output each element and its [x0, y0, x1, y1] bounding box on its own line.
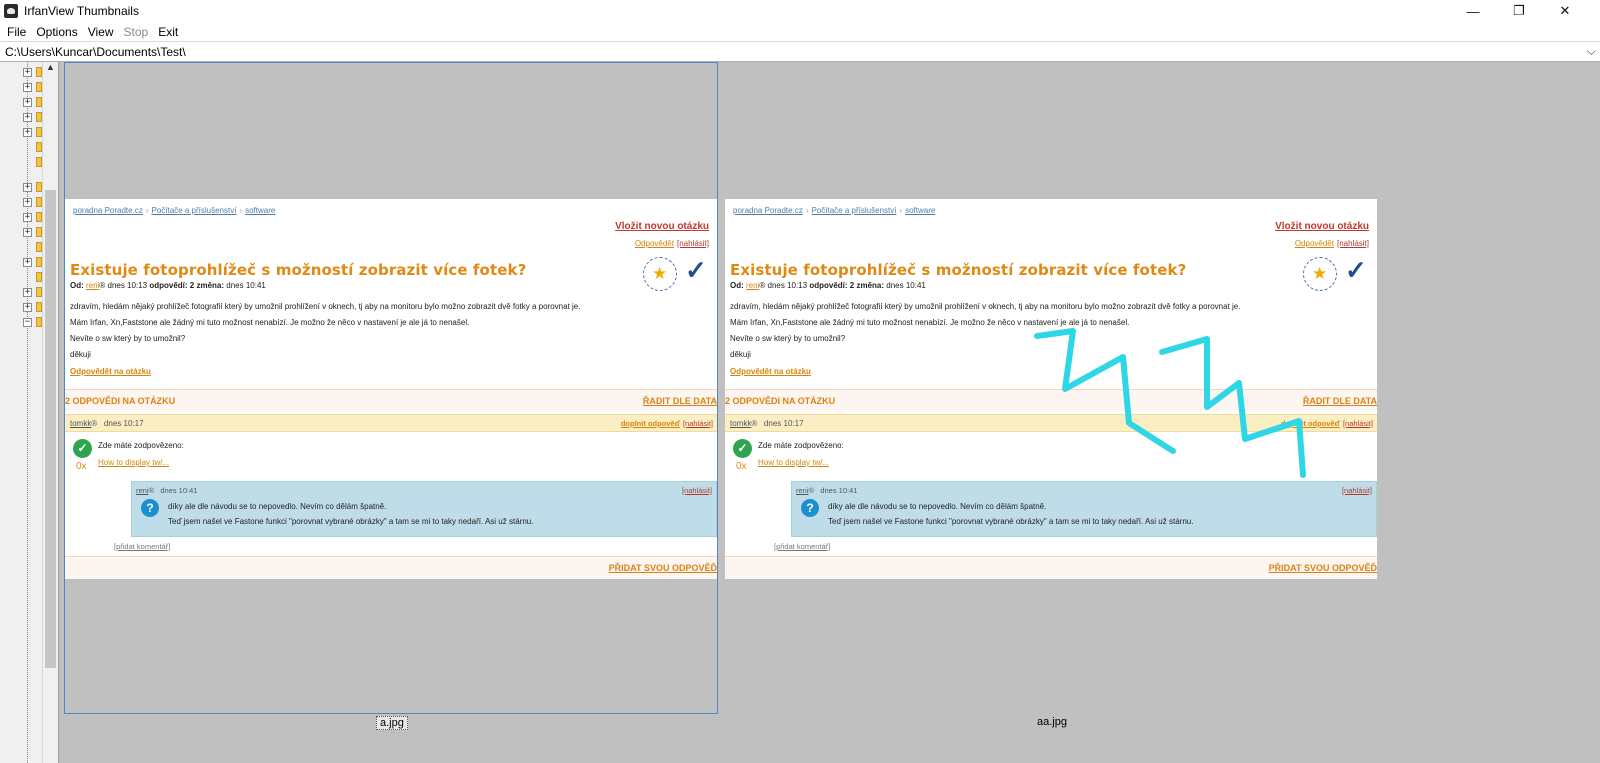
tree-expand-toggle[interactable]: +: [23, 113, 32, 122]
favorite-star-icon: ★: [643, 257, 677, 291]
tree-expand-toggle[interactable]: +: [23, 83, 32, 92]
answers-heading: 2 ODPOVĚDI NA OTÁZKU ŘADIT DLE DATA: [65, 389, 717, 411]
tree-expand-toggle[interactable]: +: [23, 128, 32, 137]
folder-tree-pane[interactable]: + + + + + + + + + + + + − ▲: [0, 62, 59, 763]
menu-stop[interactable]: Stop: [119, 25, 154, 39]
thumbnail-a[interactable]: poradna Poradte.cz › Počítače a příslušens…: [64, 62, 718, 714]
window-title: IrfanView Thumbnails: [24, 4, 139, 18]
answer-text: Zde máte zodpovězeno:: [98, 441, 184, 450]
maximize-button[interactable]: ❐: [1496, 0, 1542, 22]
tree-expand-toggle[interactable]: +: [23, 303, 32, 312]
tree-expand-toggle[interactable]: +: [23, 228, 32, 237]
title-bar: IrfanView Thumbnails — ❐ ✕: [0, 0, 1600, 22]
breadcrumb: poradna Poradte.cz › Počítače a příslušens…: [73, 206, 276, 215]
tree-expand-toggle[interactable]: +: [23, 288, 32, 297]
menu-bar: File Options View Stop Exit: [0, 22, 1600, 41]
irfanview-window: IrfanView Thumbnails — ❐ ✕ File Options …: [0, 0, 1600, 763]
breadcrumb-item: poradna Poradte.cz: [73, 206, 143, 215]
thumbnail-image: poradna Poradte.cz › Počítače a příslušens…: [725, 199, 1377, 579]
new-question-link: Vložit novou otázku: [615, 221, 709, 232]
question-meta: Od: reni® dnes 10:13 odpovědí: 2 změna: …: [70, 281, 266, 290]
answer-link: How to display tw/...: [98, 458, 170, 467]
thumbnail-caption-a[interactable]: a.jpg: [376, 716, 408, 730]
tree-expand-toggle[interactable]: +: [23, 183, 32, 192]
chevron-down-icon[interactable]: ⌵: [1587, 44, 1596, 59]
verified-check-icon: ✓: [685, 255, 707, 285]
irfanview-app-icon: [4, 4, 18, 18]
tree-connector-line: [27, 62, 28, 763]
thumbnail-area[interactable]: poradna Poradte.cz › Počítače a příslušens…: [60, 62, 1600, 763]
breadcrumb-item: Počítače a příslušenství: [151, 206, 237, 215]
report-link: [nahlásit]: [676, 239, 709, 248]
tree-expand-toggle[interactable]: +: [23, 213, 32, 222]
menu-options[interactable]: Options: [31, 25, 82, 39]
tree-scroll-thumb[interactable]: [45, 190, 56, 668]
thumbnail-caption-aa[interactable]: aa.jpg: [1037, 716, 1067, 728]
tree-expand-toggle[interactable]: +: [23, 98, 32, 107]
scribble-annotation: [1034, 328, 1306, 478]
tree-expand-toggle[interactable]: +: [23, 198, 32, 207]
tree-scrollbar[interactable]: ▲: [42, 62, 57, 763]
menu-view[interactable]: View: [83, 25, 119, 39]
reply-links: Odpovědět [nahlásit]: [635, 239, 709, 248]
menu-file[interactable]: File: [2, 25, 31, 39]
breadcrumb-item: software: [245, 206, 276, 215]
question-title: Existuje fotoprohlížeč s možností zobraz…: [70, 261, 527, 279]
thumbnail-image: poradna Poradte.cz › Počítače a příslušens…: [65, 199, 717, 579]
accepted-check-icon: ✓: [73, 439, 92, 458]
reply-link: Odpovědět: [634, 239, 674, 248]
close-button[interactable]: ✕: [1542, 0, 1588, 22]
answer-header: tomkk® dnes 10:17 doplnit odpověď [nahlás…: [65, 414, 717, 432]
tree-collapse-toggle[interactable]: −: [23, 318, 32, 327]
add-comment-link: [přidat komentář]: [114, 542, 171, 551]
tree-expand-toggle[interactable]: +: [23, 258, 32, 267]
question-body: zdravím, hledám nějaký prohlížeč fotogra…: [70, 302, 581, 359]
thumbnail-aa[interactable]: poradna Poradte.cz › Počítače a příslušens…: [724, 62, 1378, 714]
current-path[interactable]: C:\Users\Kuncar\Documents\Test\: [0, 45, 186, 59]
minimize-button[interactable]: —: [1450, 0, 1496, 22]
scroll-up-arrow-icon[interactable]: ▲: [43, 62, 58, 74]
badges: ★ ✓: [643, 255, 709, 291]
question-mark-icon: ?: [141, 499, 159, 517]
answer-question-link: Odpovědět na otázku: [70, 367, 151, 376]
add-answer-bar: PŘIDAT SVOU ODPOVĚĎ: [65, 556, 717, 579]
menu-exit[interactable]: Exit: [153, 25, 183, 39]
answer-score: 0x: [76, 461, 87, 472]
comment-box: reni® dnes 10:41 [nahlásit] ? díky ale d…: [131, 481, 717, 537]
tree-expand-toggle[interactable]: +: [23, 68, 32, 77]
path-combobox[interactable]: C:\Users\Kuncar\Documents\Test\ ⌵: [0, 41, 1600, 62]
